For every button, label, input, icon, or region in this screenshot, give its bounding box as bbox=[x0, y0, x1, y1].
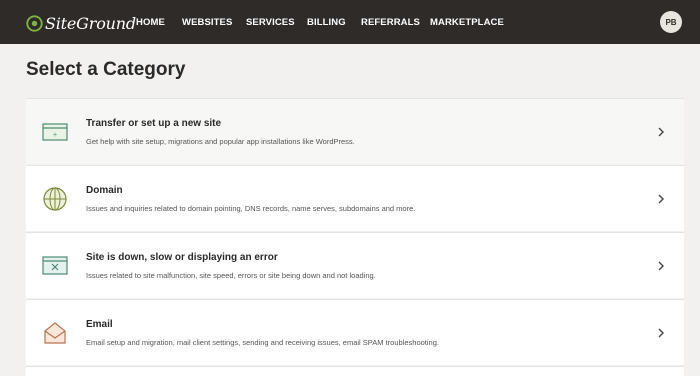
svg-text:+: + bbox=[52, 132, 57, 139]
brand-name: SiteGround bbox=[45, 13, 136, 33]
nav-billing[interactable]: BILLING bbox=[307, 0, 346, 44]
category-description: Get help with site setup, migrations and… bbox=[86, 137, 355, 146]
category-card-transfer[interactable]: + Transfer or set up a new site Get help… bbox=[26, 98, 684, 164]
category-card-domain[interactable]: Domain Issues and inquiries related to d… bbox=[26, 165, 684, 231]
browser-error-icon bbox=[42, 256, 68, 275]
nav-websites[interactable]: WEBSITES bbox=[182, 0, 232, 44]
category-description: Issues related to site malfunction, site… bbox=[86, 271, 376, 280]
nav-referrals[interactable]: REFERRALS bbox=[361, 0, 420, 44]
siteground-logo-icon bbox=[26, 14, 43, 32]
nav-services[interactable]: SERVICES bbox=[246, 0, 295, 44]
category-title: Email bbox=[86, 319, 113, 330]
chevron-right-icon bbox=[658, 328, 664, 338]
category-title: Domain bbox=[86, 185, 123, 196]
envelope-icon bbox=[44, 322, 66, 344]
category-card-partial[interactable] bbox=[26, 366, 684, 376]
siteground-logo[interactable]: SiteGround bbox=[26, 12, 136, 34]
globe-icon bbox=[43, 187, 67, 211]
chevron-right-icon bbox=[658, 194, 664, 204]
chevron-right-icon bbox=[658, 261, 664, 271]
category-description: Issues and inquiries related to domain p… bbox=[86, 204, 416, 213]
chevron-right-icon bbox=[658, 127, 664, 137]
category-title: Site is down, slow or displaying an erro… bbox=[86, 252, 278, 263]
category-title: Transfer or set up a new site bbox=[86, 118, 222, 129]
page-title: Select a Category bbox=[26, 59, 186, 80]
user-avatar[interactable]: PB bbox=[660, 11, 682, 33]
category-card-email[interactable]: Email Email setup and migration, mail cl… bbox=[26, 299, 684, 365]
category-description: Email setup and migration, mail client s… bbox=[86, 338, 439, 347]
nav-marketplace[interactable]: MARKETPLACE bbox=[430, 0, 504, 44]
top-navigation-bar: SiteGround HOME WEBSITES SERVICES BILLIN… bbox=[0, 0, 700, 44]
browser-window-icon: + bbox=[42, 123, 68, 141]
category-card-site-down[interactable]: Site is down, slow or displaying an erro… bbox=[26, 232, 684, 298]
nav-home[interactable]: HOME bbox=[136, 0, 165, 44]
